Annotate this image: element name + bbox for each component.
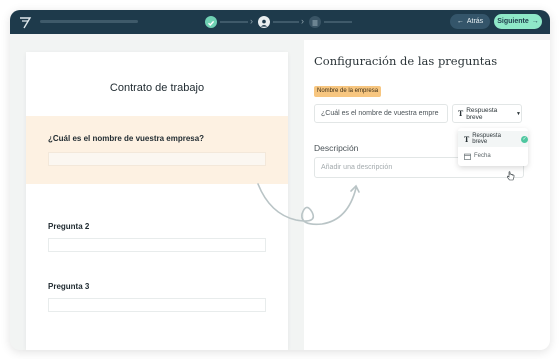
app-window: › › ← Atrás Siguiente → Contrato de trab… [10,10,550,350]
answer-type-value: Respuesta breve [466,106,498,121]
top-bar: › › ← Atrás Siguiente → [10,10,550,34]
dropdown-option-date[interactable]: Fecha [458,148,528,164]
connector-arrow-icon [257,183,360,226]
text-type-icon: T [464,134,470,144]
step-done-check-icon[interactable] [205,16,217,28]
next-button[interactable]: Siguiente → [494,14,542,29]
step-connector [220,21,248,23]
caret-down-icon: ▼ [516,110,521,117]
logo-icon [20,17,32,29]
question-answer-field[interactable] [48,152,266,166]
active-question-block[interactable]: ¿Cuál es el nombre de vuestra empresa? [26,116,288,184]
hand-cursor-icon [507,171,515,181]
calendar-icon [464,153,471,160]
answer-type-dropdown: T Respuesta breve ✓ Fecha [458,128,528,166]
option-label: Fecha [474,153,491,159]
back-button-label: Atrás [466,18,484,25]
variable-tag: Nombre de la empresa [314,86,382,97]
progress-track [40,20,138,23]
question-label[interactable]: Pregunta 2 [48,222,89,231]
check-icon: ✓ [521,135,528,143]
text-type-icon: T [458,109,464,118]
question-label: ¿Cuál es el nombre de vuestra empresa? [48,134,205,143]
option-label: Respuesta breve [472,133,501,145]
step-todo-list-icon[interactable] [309,16,321,28]
document-preview: Contrato de trabajo ¿Cuál es el nombre d… [26,52,288,350]
step-connector [273,21,299,23]
chevron-right-icon: › [250,16,253,26]
question-label[interactable]: Pregunta 3 [48,282,89,291]
step-connector [324,21,352,23]
question-text-input[interactable]: ¿Cuál es el nombre de vuestra empre [314,104,448,123]
next-button-label: Siguiente [497,18,529,25]
settings-title: Configuración de las preguntas [314,54,498,68]
question-answer-field[interactable] [48,298,266,312]
arrow-right-icon: → [531,18,539,25]
document-title: Contrato de trabajo [109,82,205,94]
description-label: Descripción [314,143,359,153]
question-answer-field[interactable] [48,238,266,252]
step-current-user-icon[interactable] [258,16,270,28]
answer-type-select[interactable]: T Respuesta breve ▼ [452,104,522,123]
arrow-left-icon: ← [456,18,464,25]
dropdown-option-short-answer[interactable]: T Respuesta breve ✓ [458,131,528,147]
back-button[interactable]: ← Atrás [450,14,490,29]
chevron-right-icon: › [301,16,304,26]
